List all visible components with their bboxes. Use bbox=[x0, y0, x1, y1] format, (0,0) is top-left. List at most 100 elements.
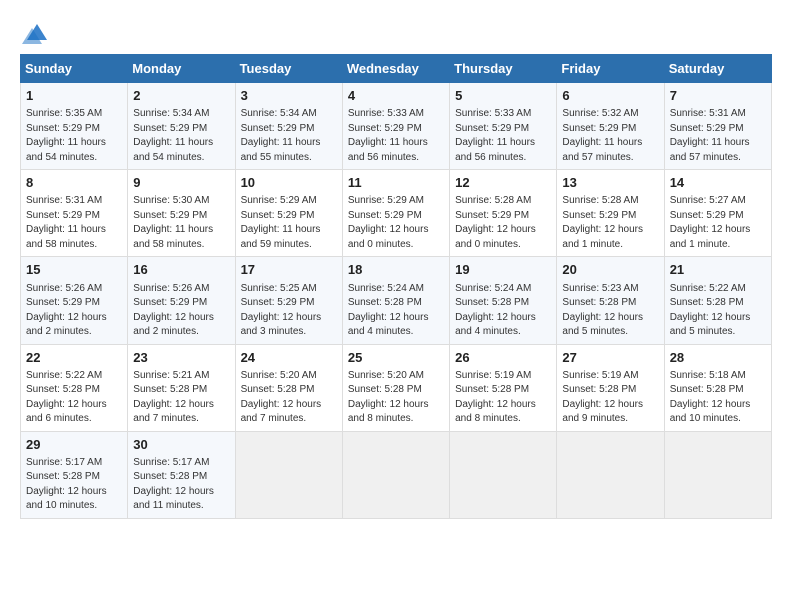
day-info: Sunrise: 5:31 AMSunset: 5:29 PMDaylight:… bbox=[670, 107, 766, 165]
calendar-cell: 14Sunrise: 5:27 AMSunset: 5:29 PMDayligh… bbox=[664, 170, 771, 257]
day-info: Sunrise: 5:22 AMSunset: 5:28 PMDaylight:… bbox=[26, 369, 122, 427]
day-info: Sunrise: 5:20 AMSunset: 5:28 PMDaylight:… bbox=[348, 369, 444, 427]
day-info: Sunrise: 5:35 AMSunset: 5:29 PMDaylight:… bbox=[26, 107, 122, 165]
day-number: 11 bbox=[348, 174, 444, 192]
day-number: 4 bbox=[348, 87, 444, 105]
header-day-sunday: Sunday bbox=[21, 55, 128, 83]
day-number: 29 bbox=[26, 436, 122, 454]
calendar-cell: 3 Sunrise: 5:34 AMSunset: 5:29 PMDaylight… bbox=[235, 83, 342, 170]
day-number: 10 bbox=[241, 174, 337, 192]
calendar-week-5: 29 Sunrise: 5:17 AMSunset: 5:28 PMDayligh… bbox=[21, 431, 772, 518]
calendar-table: SundayMondayTuesdayWednesdayThursdayFrid… bbox=[20, 54, 772, 519]
day-number: 1 bbox=[26, 87, 122, 105]
day-info: Sunrise: 5:24 AMSunset: 5:28 PMDaylight:… bbox=[455, 282, 551, 340]
day-number: 13 bbox=[562, 174, 658, 192]
day-info: Sunrise: 5:34 AMSunset: 5:29 PMDaylight:… bbox=[241, 107, 337, 165]
calendar-week-3: 15 Sunrise: 5:26 AMSunset: 5:29 PMDayligh… bbox=[21, 257, 772, 344]
day-info: Sunrise: 5:26 AMSunset: 5:29 PMDaylight:… bbox=[26, 282, 122, 340]
day-info: Sunrise: 5:19 AMSunset: 5:28 PMDaylight:… bbox=[562, 369, 658, 427]
calendar-cell: 16 Sunrise: 5:26 AMSunset: 5:29 PMDayligh… bbox=[128, 257, 235, 344]
calendar-week-2: 8 Sunrise: 5:31 AMSunset: 5:29 PMDaylight… bbox=[21, 170, 772, 257]
day-number: 9 bbox=[133, 174, 229, 192]
page-header bbox=[20, 20, 772, 44]
calendar-cell: 21 Sunrise: 5:22 AMSunset: 5:28 PMDayligh… bbox=[664, 257, 771, 344]
header-day-saturday: Saturday bbox=[664, 55, 771, 83]
calendar-cell: 12Sunrise: 5:28 AMSunset: 5:29 PMDayligh… bbox=[450, 170, 557, 257]
calendar-cell: 29 Sunrise: 5:17 AMSunset: 5:28 PMDayligh… bbox=[21, 431, 128, 518]
day-info: Sunrise: 5:33 AMSunset: 5:29 PMDaylight:… bbox=[348, 107, 444, 165]
calendar-cell: 7 Sunrise: 5:31 AMSunset: 5:29 PMDaylight… bbox=[664, 83, 771, 170]
calendar-cell: 10 Sunrise: 5:29 AMSunset: 5:29 PMDayligh… bbox=[235, 170, 342, 257]
calendar-cell: 18Sunrise: 5:24 AMSunset: 5:28 PMDayligh… bbox=[342, 257, 449, 344]
calendar-cell: 17 Sunrise: 5:25 AMSunset: 5:29 PMDayligh… bbox=[235, 257, 342, 344]
header-day-tuesday: Tuesday bbox=[235, 55, 342, 83]
calendar-cell: 30 Sunrise: 5:17 AMSunset: 5:28 PMDayligh… bbox=[128, 431, 235, 518]
day-info: Sunrise: 5:21 AMSunset: 5:28 PMDaylight:… bbox=[133, 369, 229, 427]
day-info: Sunrise: 5:29 AMSunset: 5:29 PMDaylight:… bbox=[241, 194, 337, 252]
day-number: 15 bbox=[26, 261, 122, 279]
logo-icon bbox=[22, 20, 52, 44]
calendar-cell: 11 Sunrise: 5:29 AMSunset: 5:29 PMDayligh… bbox=[342, 170, 449, 257]
day-info: Sunrise: 5:30 AMSunset: 5:29 PMDaylight:… bbox=[133, 194, 229, 252]
header-day-wednesday: Wednesday bbox=[342, 55, 449, 83]
day-info: Sunrise: 5:26 AMSunset: 5:29 PMDaylight:… bbox=[133, 282, 229, 340]
day-number: 12 bbox=[455, 174, 551, 192]
calendar-cell: 9 Sunrise: 5:30 AMSunset: 5:29 PMDaylight… bbox=[128, 170, 235, 257]
calendar-cell: 23Sunrise: 5:21 AMSunset: 5:28 PMDayligh… bbox=[128, 344, 235, 431]
day-info: Sunrise: 5:32 AMSunset: 5:29 PMDaylight:… bbox=[562, 107, 658, 165]
day-number: 8 bbox=[26, 174, 122, 192]
logo bbox=[20, 20, 54, 44]
calendar-cell: 24 Sunrise: 5:20 AMSunset: 5:28 PMDayligh… bbox=[235, 344, 342, 431]
day-number: 5 bbox=[455, 87, 551, 105]
calendar-cell: 28 Sunrise: 5:18 AMSunset: 5:28 PMDayligh… bbox=[664, 344, 771, 431]
calendar-cell bbox=[557, 431, 664, 518]
day-info: Sunrise: 5:19 AMSunset: 5:28 PMDaylight:… bbox=[455, 369, 551, 427]
day-number: 17 bbox=[241, 261, 337, 279]
day-info: Sunrise: 5:25 AMSunset: 5:29 PMDaylight:… bbox=[241, 282, 337, 340]
calendar-cell: 1 Sunrise: 5:35 AMSunset: 5:29 PMDaylight… bbox=[21, 83, 128, 170]
day-number: 24 bbox=[241, 349, 337, 367]
day-info: Sunrise: 5:34 AMSunset: 5:29 PMDaylight:… bbox=[133, 107, 229, 165]
day-number: 30 bbox=[133, 436, 229, 454]
calendar-cell: 2Sunrise: 5:34 AMSunset: 5:29 PMDaylight… bbox=[128, 83, 235, 170]
day-info: Sunrise: 5:17 AMSunset: 5:28 PMDaylight:… bbox=[26, 456, 122, 514]
calendar-cell: 20 Sunrise: 5:23 AMSunset: 5:28 PMDayligh… bbox=[557, 257, 664, 344]
day-number: 26 bbox=[455, 349, 551, 367]
day-number: 25 bbox=[348, 349, 444, 367]
calendar-cell: 26 Sunrise: 5:19 AMSunset: 5:28 PMDayligh… bbox=[450, 344, 557, 431]
day-info: Sunrise: 5:28 AMSunset: 5:29 PMDaylight:… bbox=[562, 194, 658, 252]
day-info: Sunrise: 5:18 AMSunset: 5:28 PMDaylight:… bbox=[670, 369, 766, 427]
day-number: 14 bbox=[670, 174, 766, 192]
calendar-cell bbox=[664, 431, 771, 518]
day-number: 21 bbox=[670, 261, 766, 279]
day-info: Sunrise: 5:17 AMSunset: 5:28 PMDaylight:… bbox=[133, 456, 229, 514]
day-info: Sunrise: 5:31 AMSunset: 5:29 PMDaylight:… bbox=[26, 194, 122, 252]
calendar-week-1: 1 Sunrise: 5:35 AMSunset: 5:29 PMDaylight… bbox=[21, 83, 772, 170]
calendar-header-row: SundayMondayTuesdayWednesdayThursdayFrid… bbox=[21, 55, 772, 83]
day-number: 7 bbox=[670, 87, 766, 105]
day-info: Sunrise: 5:20 AMSunset: 5:28 PMDaylight:… bbox=[241, 369, 337, 427]
day-number: 20 bbox=[562, 261, 658, 279]
day-number: 22 bbox=[26, 349, 122, 367]
calendar-cell: 6Sunrise: 5:32 AMSunset: 5:29 PMDaylight… bbox=[557, 83, 664, 170]
calendar-cell: 13 Sunrise: 5:28 AMSunset: 5:29 PMDayligh… bbox=[557, 170, 664, 257]
calendar-cell bbox=[450, 431, 557, 518]
day-number: 16 bbox=[133, 261, 229, 279]
day-number: 3 bbox=[241, 87, 337, 105]
day-number: 28 bbox=[670, 349, 766, 367]
day-info: Sunrise: 5:23 AMSunset: 5:28 PMDaylight:… bbox=[562, 282, 658, 340]
calendar-cell: 22 Sunrise: 5:22 AMSunset: 5:28 PMDayligh… bbox=[21, 344, 128, 431]
day-number: 19 bbox=[455, 261, 551, 279]
day-info: Sunrise: 5:24 AMSunset: 5:28 PMDaylight:… bbox=[348, 282, 444, 340]
calendar-cell: 4 Sunrise: 5:33 AMSunset: 5:29 PMDaylight… bbox=[342, 83, 449, 170]
calendar-cell bbox=[342, 431, 449, 518]
day-number: 27 bbox=[562, 349, 658, 367]
header-day-thursday: Thursday bbox=[450, 55, 557, 83]
day-info: Sunrise: 5:29 AMSunset: 5:29 PMDaylight:… bbox=[348, 194, 444, 252]
day-info: Sunrise: 5:22 AMSunset: 5:28 PMDaylight:… bbox=[670, 282, 766, 340]
calendar-cell: 15 Sunrise: 5:26 AMSunset: 5:29 PMDayligh… bbox=[21, 257, 128, 344]
calendar-cell: 5Sunrise: 5:33 AMSunset: 5:29 PMDaylight… bbox=[450, 83, 557, 170]
header-day-monday: Monday bbox=[128, 55, 235, 83]
calendar-cell bbox=[235, 431, 342, 518]
calendar-cell: 8 Sunrise: 5:31 AMSunset: 5:29 PMDaylight… bbox=[21, 170, 128, 257]
